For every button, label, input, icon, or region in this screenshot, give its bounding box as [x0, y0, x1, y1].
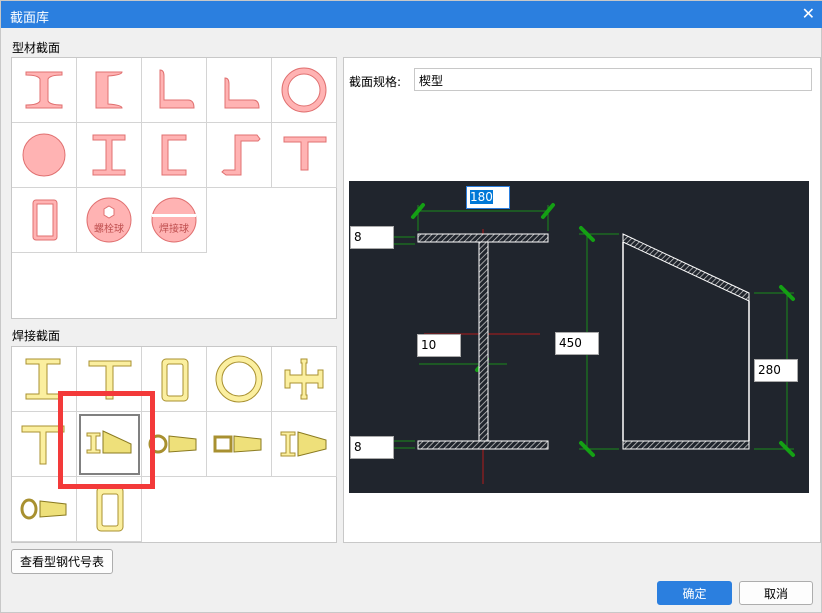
section-item-weld-11[interactable] [77, 477, 142, 542]
window-title: 截面库 [10, 11, 50, 26]
section-item-weld-2[interactable] [142, 347, 207, 412]
section-item-profile-12[interactable]: 焊接球 [142, 188, 207, 253]
section-item-profile-3[interactable] [207, 58, 272, 123]
section-shape-icon [95, 71, 123, 109]
section-shape-icon [281, 67, 327, 113]
section-item-profile-11[interactable]: 螺栓球 [77, 188, 142, 253]
section-shape-icon [280, 431, 327, 457]
section-drawing-canvas: 180 8 10 450 280 8 [349, 181, 809, 493]
section-shape-icon [96, 486, 124, 532]
section-shape-icon [21, 425, 65, 465]
section-shape-icon [88, 360, 132, 400]
cancel-button[interactable]: 取消 [739, 581, 813, 605]
section-shape-icon [215, 355, 263, 403]
section-shape-icon [22, 133, 66, 177]
weld-grid [11, 346, 337, 543]
weld-section-label: 焊接截面 [12, 329, 61, 343]
svg-text:螺栓球: 螺栓球 [94, 222, 124, 235]
view-steel-code-table-button[interactable]: 查看型钢代号表 [11, 549, 113, 574]
section-item-weld-9[interactable] [272, 412, 337, 477]
spec-input[interactable]: 楔型 [414, 68, 812, 91]
section-item-weld-3[interactable] [207, 347, 272, 412]
section-item-profile-6[interactable] [77, 123, 142, 188]
section-item-weld-8[interactable] [207, 412, 272, 477]
section-shape-icon [284, 358, 324, 400]
section-item-profile-8[interactable] [207, 123, 272, 188]
section-shape-icon [25, 71, 63, 109]
section-item-weld-4[interactable] [272, 347, 337, 412]
section-item-weld-0[interactable] [12, 347, 77, 412]
right-height-input[interactable]: 280 [754, 359, 798, 382]
section-shape-icon [283, 136, 327, 171]
section-shape-icon [86, 430, 132, 454]
profile-grid: 螺栓球 焊接球 [11, 57, 337, 319]
top-flange-input[interactable]: 8 [350, 226, 394, 249]
section-item-weld-1[interactable] [77, 347, 142, 412]
title-bar: 截面库 ✕ [1, 1, 822, 28]
bottom-flange-input[interactable]: 8 [350, 436, 394, 459]
section-shape-icon [161, 358, 189, 402]
section-item-profile-2[interactable] [142, 58, 207, 123]
web-thickness-input[interactable]: 10 [417, 334, 461, 357]
section-shape-icon: 螺栓球 [86, 197, 132, 243]
section-shape-icon [161, 134, 187, 176]
profile-section-label: 型材截面 [12, 41, 61, 55]
section-shape-icon [159, 69, 195, 109]
spec-label: 截面规格: [349, 75, 402, 89]
section-shape-icon [32, 199, 58, 241]
section-shape-icon [221, 134, 261, 176]
section-item-profile-0[interactable] [12, 58, 77, 123]
section-shape-icon: 焊接球 [151, 197, 197, 243]
section-item-weld-6[interactable] [77, 412, 142, 477]
svg-text:焊接球: 焊接球 [159, 222, 189, 235]
section-item-weld-5[interactable] [12, 412, 77, 477]
ok-button[interactable]: 确定 [657, 581, 732, 605]
section-item-profile-1[interactable] [77, 58, 142, 123]
section-item-profile-5[interactable] [12, 123, 77, 188]
section-item-profile-9[interactable] [272, 123, 337, 188]
section-shape-icon [20, 498, 67, 520]
section-item-weld-10[interactable] [12, 477, 77, 542]
section-item-profile-10[interactable] [12, 188, 77, 253]
section-item-weld-7[interactable] [142, 412, 207, 477]
section-shape-icon [213, 435, 262, 453]
section-shape-icon [25, 358, 61, 400]
section-item-profile-7[interactable] [142, 123, 207, 188]
section-item-profile-4[interactable] [272, 58, 337, 123]
left-height-input[interactable]: 450 [555, 332, 599, 355]
top-width-value: 180 [470, 190, 493, 204]
top-width-input[interactable]: 180 [466, 186, 510, 209]
section-shape-icon [148, 434, 197, 454]
close-icon[interactable]: ✕ [802, 4, 815, 23]
section-shape-icon [224, 77, 260, 109]
section-shape-icon [92, 134, 126, 176]
